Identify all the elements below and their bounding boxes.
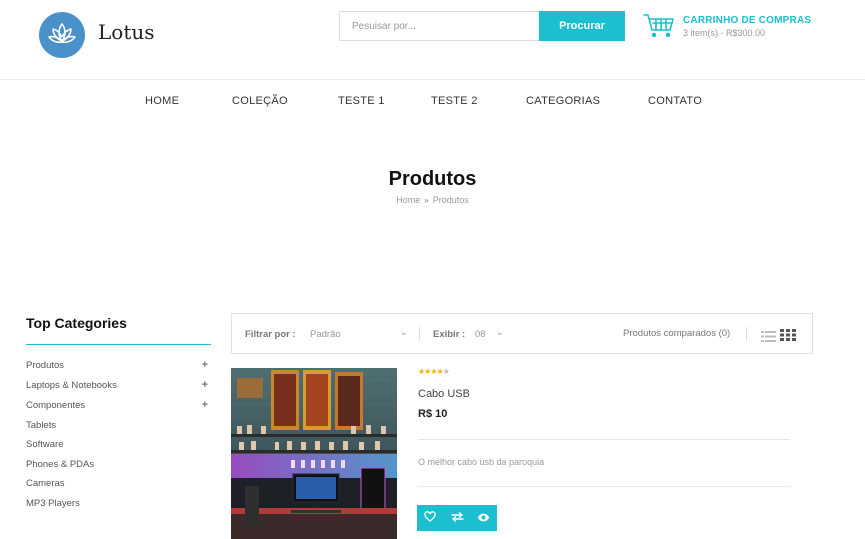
compare-link[interactable]: Produtos comparados (0) [623,328,730,339]
category-label: Software [26,439,64,450]
breadcrumb-separator: » [424,196,429,205]
nav-item-teste-2[interactable]: TESTE 2 [431,95,478,107]
category-item-componentes[interactable]: Componentes + [26,399,211,414]
compare-icon [450,509,464,527]
product-toolbar: Filtrar por : Padrão ⌄ Exibir : 08 ⌄ Pro… [231,313,813,354]
filter-select[interactable]: Padrão [310,329,341,340]
category-label: MP3 Players [26,498,80,509]
filter-chevron-down-icon[interactable]: ⌄ [400,327,408,338]
shopping-cart-icon[interactable] [643,13,675,44]
compare-button[interactable] [444,505,471,531]
page-title: Produtos [388,168,477,190]
nav-item-colecao[interactable]: COLEÇÃO [232,95,288,107]
product-name[interactable]: Cabo USB [418,388,470,400]
expand-plus-icon[interactable]: + [202,359,208,371]
category-label: Cameras [26,478,65,489]
quick-view-button[interactable] [470,505,497,531]
category-label: Phones & PDAs [26,459,95,470]
category-item-phones[interactable]: Phones & PDAs [26,459,211,473]
rating-stars: ★★★★★ [418,367,450,376]
cart-title[interactable]: CARRINHO DE COMPRAS [683,15,811,26]
breadcrumb-home[interactable]: Home [396,195,420,205]
cart-summary[interactable]: 3 item(s) - R$300.00 [683,28,765,38]
category-item-mp3[interactable]: MP3 Players [26,498,211,512]
expand-plus-icon[interactable]: + [202,399,208,411]
toolbar-separator [746,327,747,341]
eye-icon [477,509,490,527]
header-divider [0,79,865,80]
category-label: Produtos [26,360,65,371]
product-price: R$ 10 [418,408,448,420]
category-item-software[interactable]: Software [26,439,211,453]
show-chevron-down-icon[interactable]: ⌄ [496,327,504,338]
wishlist-button[interactable] [417,505,444,531]
product-description: O melhor cabo usb da paroquia [418,457,545,467]
nav-item-contato[interactable]: CONTATO [648,95,702,107]
sidebar-title: Top Categories [26,315,127,331]
logo-icon[interactable] [39,12,85,58]
product-divider [418,439,790,440]
logo-text[interactable]: Lotus [98,20,155,44]
show-select[interactable]: 08 [475,329,486,340]
search-button[interactable]: Procurar [539,11,625,41]
filter-label: Filtrar por : [245,329,296,340]
heart-icon [424,509,437,527]
toolbar-separator [419,327,420,341]
list-view-icon[interactable] [761,329,776,347]
category-item-produtos[interactable]: Produtos + [26,359,211,374]
product-actions [417,505,497,531]
search-input[interactable] [339,11,540,41]
expand-plus-icon[interactable]: + [202,379,208,391]
category-label: Laptops & Notebooks [26,380,117,391]
category-item-cameras[interactable]: Cameras [26,478,211,492]
breadcrumb: Home » Produtos [0,195,865,205]
show-label: Exibir : [433,329,466,340]
sidebar-divider [26,344,211,345]
nav-item-teste-1[interactable]: TESTE 1 [338,95,385,107]
category-label: Componentes [26,400,86,411]
category-label: Tablets [26,420,57,431]
breadcrumb-current: Produtos [432,195,469,205]
nav-item-categorias[interactable]: CATEGORIAS [526,95,600,107]
product-image[interactable] [231,368,397,539]
category-item-tablets[interactable]: Tablets [26,420,211,434]
category-item-laptops[interactable]: Laptops & Notebooks + [26,379,211,394]
nav-item-home[interactable]: HOME [145,95,179,107]
product-divider [418,486,790,487]
grid-view-icon[interactable] [780,328,796,346]
star-icon: ★ [442,367,450,376]
